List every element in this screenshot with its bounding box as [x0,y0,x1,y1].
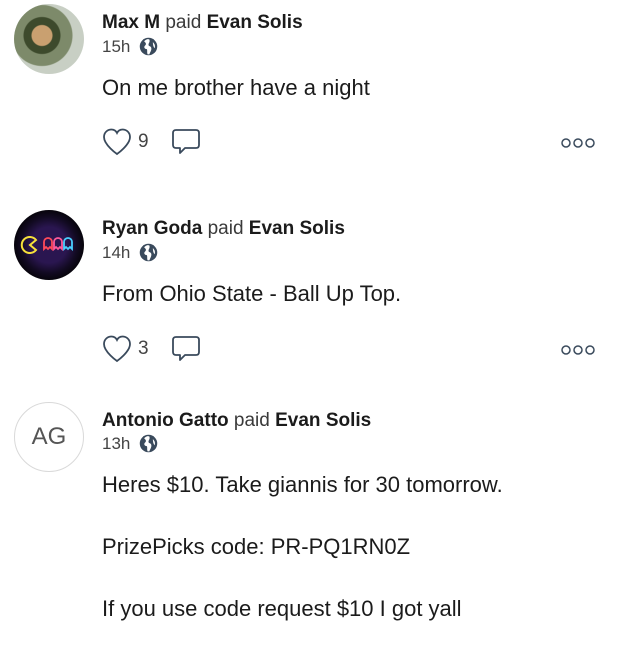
timestamp: 13h [102,433,131,453]
payment-note: On me brother have a night [102,75,370,100]
recipient-name[interactable]: Evan Solis [249,218,345,239]
payment-note-line: If you use code request $10 I got yall [102,596,462,621]
post-meta: 15h [102,36,159,57]
globe-icon [140,243,158,262]
recipient-name[interactable]: Evan Solis [275,410,371,431]
post-meta: 13h [102,433,159,454]
action-verb: paid [233,410,270,431]
post-actions: 9 [102,128,201,156]
timestamp: 14h [102,242,131,262]
avatar[interactable] [14,210,84,280]
payment-note-line: PrizePicks code: PR-PQ1RN0Z [102,534,411,559]
more-options-icon[interactable] [561,344,595,356]
globe-icon [140,434,158,453]
timestamp: 15h [102,36,131,56]
like-button[interactable]: 3 [102,335,149,363]
comment-icon[interactable] [171,335,201,363]
like-count: 3 [138,338,149,359]
avatar-initials: AG [31,423,67,450]
post-header: Max M paid Evan Solis [102,12,303,34]
sender-name[interactable]: Antonio Gatto [102,410,229,431]
post-header: Ryan Goda paid Evan Solis [102,218,345,240]
post-header: Antonio Gatto paid Evan Solis [102,410,371,432]
like-button[interactable]: 9 [102,128,149,156]
neon-pacman-icon [20,236,73,254]
heart-icon [103,335,131,363]
avatar[interactable]: AG [14,402,84,472]
action-verb: paid [165,12,202,33]
like-count: 9 [138,131,149,152]
sender-name[interactable]: Max M [102,12,160,33]
globe-icon [140,37,158,56]
more-options-icon[interactable] [561,137,595,149]
sender-name[interactable]: Ryan Goda [102,218,202,239]
recipient-name[interactable]: Evan Solis [207,12,303,33]
heart-icon [103,128,131,156]
post-meta: 14h [102,242,159,263]
comment-icon[interactable] [171,128,201,156]
avatar[interactable] [14,4,84,74]
action-verb: paid [207,218,244,239]
post-actions: 3 [102,335,201,363]
payment-note: From Ohio State - Ball Up Top. [102,281,402,306]
payment-note-line: Heres $10. Take giannis for 30 tomorrow. [102,472,503,497]
